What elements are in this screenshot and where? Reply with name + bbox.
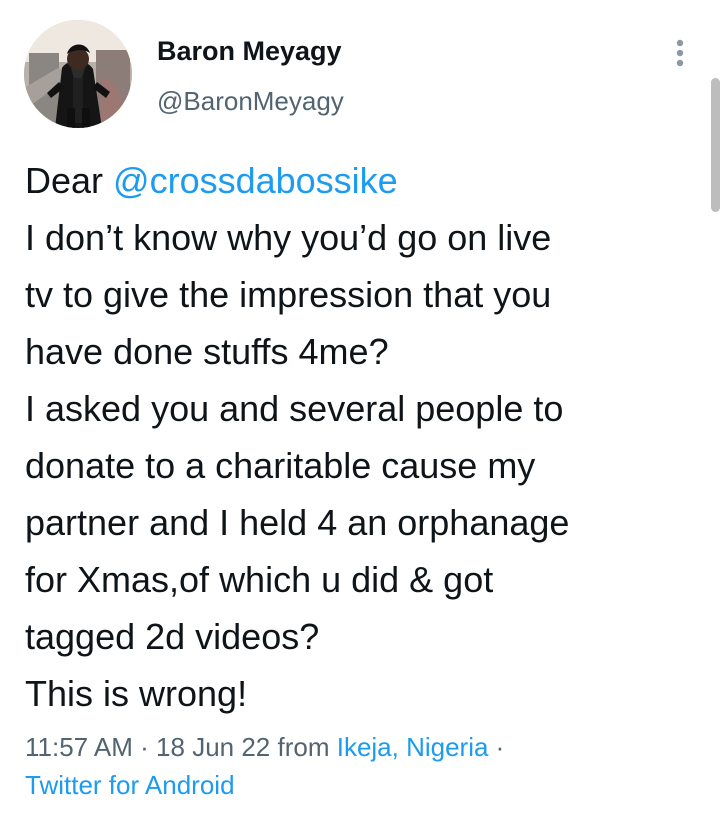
author-display-name[interactable]: Baron Meyagy [157, 34, 342, 68]
tweet-metadata: 11:57 AM · 18 Jun 22 from Ikeja, Nigeria… [25, 728, 504, 804]
tweet-line-3: tv to give the impression that you [25, 274, 552, 315]
tweet-line-6: donate to a charitable cause my [25, 445, 536, 486]
tweet-text: Dear @crossdabossike I don’t know why yo… [25, 152, 705, 722]
tweet-line-2: I don’t know why you’d go on live [25, 217, 552, 258]
tweet-detail: Baron Meyagy @BaronMeyagy Dear @crossdab… [0, 0, 720, 825]
tweet-line-5: I asked you and several people to [25, 388, 564, 429]
mention-link[interactable]: @crossdabossike [113, 160, 398, 201]
tweet-line-8: for Xmas,of which u did & got [25, 559, 494, 600]
meta-separator: · [488, 732, 505, 762]
scrollbar-thumb[interactable] [711, 78, 720, 212]
tweet-line-7: partner and I held 4 an orphanage [25, 502, 570, 543]
more-options-button[interactable] [664, 34, 696, 74]
meta-separator: · [132, 732, 157, 762]
tweet-line-4: have done stuffs 4me? [25, 331, 389, 372]
source-link[interactable]: Twitter for Android [25, 766, 504, 804]
timestamp-location-line: 11:57 AM · 18 Jun 22 from Ikeja, Nigeria… [25, 728, 504, 766]
location-link[interactable]: Ikeja, Nigeria [337, 732, 489, 762]
from-label: from [270, 732, 337, 762]
author-handle[interactable]: @BaronMeyagy [157, 84, 344, 118]
profile-photo-icon [24, 20, 132, 128]
tweet-line-1: Dear @crossdabossike [25, 152, 705, 209]
tweet-line-10: This is wrong! [25, 673, 248, 714]
tweet-date[interactable]: 18 Jun 22 [156, 732, 270, 762]
tweet-salutation: Dear [25, 160, 114, 201]
tweet-line-9: tagged 2d videos? [25, 616, 320, 657]
avatar[interactable] [24, 20, 132, 128]
tweet-time[interactable]: 11:57 AM [25, 732, 133, 762]
more-vertical-icon [676, 39, 684, 67]
